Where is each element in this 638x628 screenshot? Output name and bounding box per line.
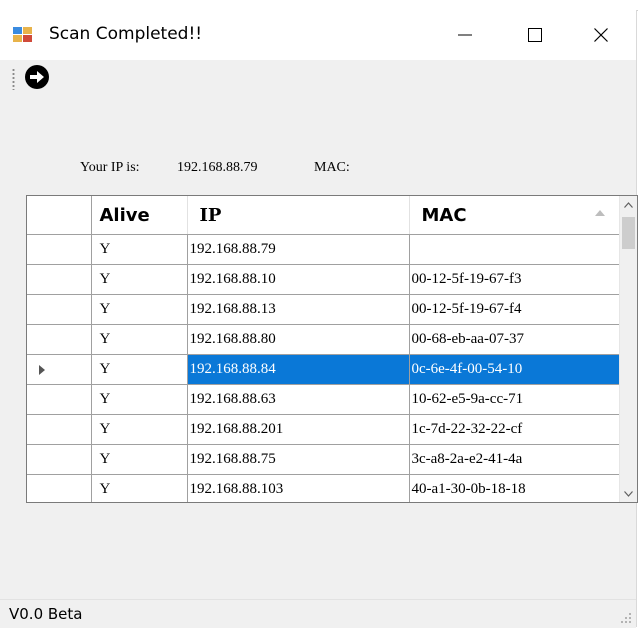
cell-mac[interactable] (409, 234, 620, 265)
row-header-corner[interactable] (27, 196, 92, 235)
scroll-thumb[interactable] (622, 217, 635, 249)
row-header[interactable] (27, 444, 92, 475)
cell-mac[interactable]: 0c-6e-4f-00-54-10 (409, 354, 620, 385)
cell-alive[interactable]: Y (91, 324, 188, 355)
column-header-mac[interactable]: MAC (409, 196, 620, 235)
cell-ip[interactable]: 192.168.88.79 (187, 234, 410, 265)
row-header[interactable] (27, 384, 92, 415)
close-button[interactable] (566, 10, 636, 60)
ip-label: Your IP is: (80, 160, 140, 175)
scroll-up-button[interactable] (620, 196, 637, 213)
column-header-alive[interactable]: Alive (91, 196, 188, 235)
table-row[interactable]: Y 192.168.88.63 10-62-e5-9a-cc-71 (27, 384, 620, 415)
cell-ip[interactable]: 192.168.88.13 (187, 294, 410, 325)
cell-alive[interactable]: Y (91, 264, 188, 295)
cell-ip[interactable]: 192.168.88.80 (187, 324, 410, 355)
cell-mac[interactable]: 10-62-e5-9a-cc-71 (409, 384, 620, 415)
ip-value: 192.168.88.79 (177, 160, 258, 175)
cell-mac[interactable]: 00-12-5f-19-67-f3 (409, 264, 620, 295)
column-header-mac-label: MAC (421, 204, 467, 226)
cell-mac[interactable]: 00-12-5f-19-67-f4 (409, 294, 620, 325)
row-header[interactable] (27, 324, 92, 355)
header-row: Alive IP MAC (27, 196, 620, 235)
row-header[interactable] (27, 474, 92, 502)
cell-alive[interactable]: Y (91, 384, 188, 415)
version-label: V0.0 Beta (9, 605, 83, 623)
table-row[interactable]: Y 192.168.88.10 00-12-5f-19-67-f3 (27, 264, 620, 295)
cell-ip[interactable]: 192.168.88.10 (187, 264, 410, 295)
toolbar-grip[interactable] (12, 68, 15, 90)
hosts-table: Alive IP MAC Y 192.168.88.79 Y 192.168.88.1… (27, 196, 620, 502)
table-row[interactable]: Y 192.168.88.201 1c-7d-22-32-22-cf (27, 414, 620, 445)
cell-ip[interactable]: 192.168.88.201 (187, 414, 410, 445)
cell-alive[interactable]: Y (91, 474, 188, 502)
mac-label: MAC: (314, 160, 350, 175)
cell-ip[interactable]: 192.168.88.75 (187, 444, 410, 475)
column-header-ip[interactable]: IP (187, 196, 410, 235)
row-header[interactable] (27, 264, 92, 295)
table-row[interactable]: Y 192.168.88.84 0c-6e-4f-00-54-10 (27, 354, 620, 385)
table-row[interactable]: Y 192.168.88.103 40-a1-30-0b-18-18 (27, 474, 620, 502)
row-header[interactable] (27, 354, 92, 385)
table-row[interactable]: Y 192.168.88.13 00-12-5f-19-67-f4 (27, 294, 620, 325)
cell-alive[interactable]: Y (91, 354, 188, 385)
arrow-right-circle-icon (25, 65, 49, 89)
close-icon (594, 28, 608, 42)
status-bar: V0.0 Beta (0, 599, 636, 628)
network-scan-app-icon (13, 26, 35, 44)
row-header[interactable] (27, 414, 92, 445)
hosts-grid[interactable]: Alive IP MAC Y 192.168.88.79 Y 192.168.88.1… (26, 195, 638, 503)
maximize-icon (528, 28, 542, 42)
current-row-pointer-icon (39, 365, 45, 375)
table-row[interactable]: Y 192.168.88.80 00-68-eb-aa-07-37 (27, 324, 620, 355)
cell-alive[interactable]: Y (91, 234, 188, 265)
table-row[interactable]: Y 192.168.88.79 (27, 234, 620, 265)
sort-ascending-icon (594, 210, 605, 216)
minimize-icon (458, 34, 472, 36)
maximize-button[interactable] (500, 10, 570, 60)
cell-ip[interactable]: 192.168.88.84 (187, 354, 410, 385)
cell-mac[interactable]: 40-a1-30-0b-18-18 (409, 474, 620, 502)
resize-grip-icon[interactable] (620, 612, 632, 624)
window-title: Scan Completed!! (49, 24, 203, 44)
cell-alive[interactable]: Y (91, 414, 188, 445)
cell-ip[interactable]: 192.168.88.63 (187, 384, 410, 415)
cell-alive[interactable]: Y (91, 294, 188, 325)
cell-mac[interactable]: 3c-a8-2a-e2-41-4a (409, 444, 620, 475)
cell-mac[interactable]: 00-68-eb-aa-07-37 (409, 324, 620, 355)
minimize-button[interactable] (430, 10, 500, 60)
table-row[interactable]: Y 192.168.88.75 3c-a8-2a-e2-41-4a (27, 444, 620, 475)
scan-window: Scan Completed!! Your IP is: 192.168.88.… (0, 10, 638, 628)
row-header[interactable] (27, 234, 92, 265)
cell-ip[interactable]: 192.168.88.103 (187, 474, 410, 502)
vertical-scrollbar[interactable] (619, 196, 637, 502)
cell-mac[interactable]: 1c-7d-22-32-22-cf (409, 414, 620, 445)
row-header[interactable] (27, 294, 92, 325)
chevron-down-icon (624, 490, 633, 497)
cell-alive[interactable]: Y (91, 444, 188, 475)
scroll-down-button[interactable] (620, 485, 637, 502)
chevron-up-icon (624, 201, 633, 208)
scan-go-button[interactable] (24, 64, 50, 90)
title-bar[interactable]: Scan Completed!! (0, 10, 636, 60)
toolbar (0, 60, 636, 94)
